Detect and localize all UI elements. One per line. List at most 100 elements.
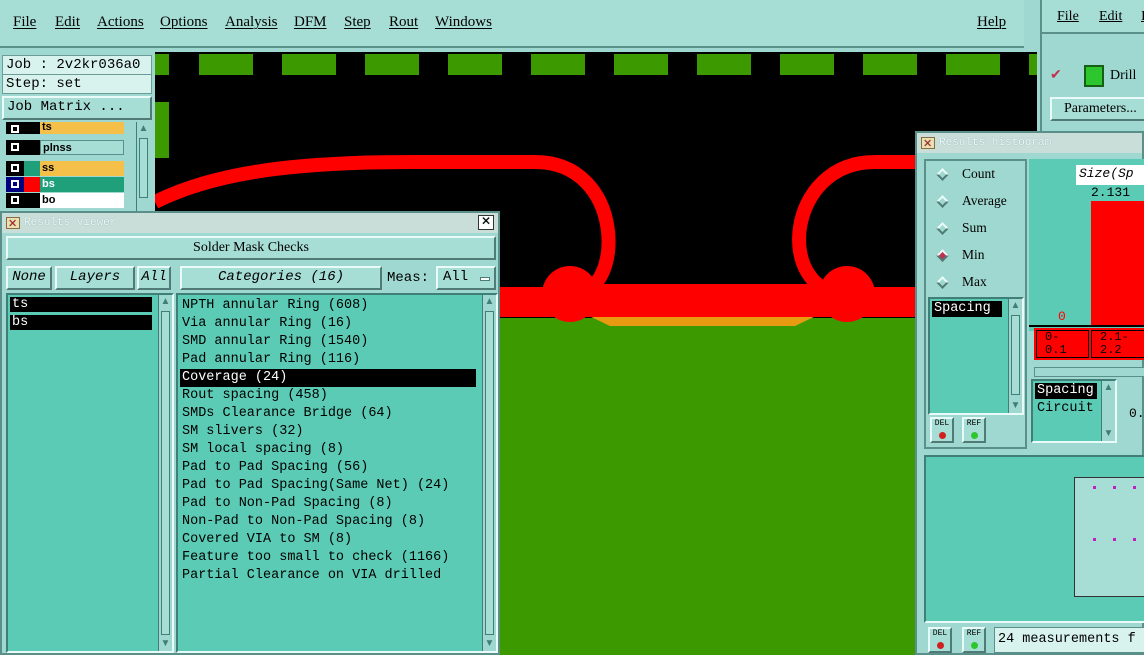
drill-layer-row[interactable]: ✔ Drill — [1047, 60, 1144, 94]
main-menubar: File Edit Actions Options Analysis DFM S… — [0, 0, 1024, 48]
category-item[interactable]: SMDs Clearance Bridge (64) — [180, 405, 476, 423]
layer-checkbox[interactable] — [6, 161, 24, 176]
radio-diamond-icon[interactable] — [936, 168, 949, 181]
category-item[interactable]: Pad to Non-Pad Spacing (8) — [180, 495, 476, 513]
layer-checkbox[interactable] — [6, 122, 24, 134]
layer-row[interactable]: ts — [6, 122, 124, 134]
scroll-down-icon[interactable]: ▼ — [1103, 428, 1114, 440]
radio-diamond-icon[interactable] — [936, 195, 949, 208]
category-item[interactable]: Partial Clearance on VIA drilled — [180, 567, 476, 585]
scroll-up-icon[interactable]: ▲ — [1103, 382, 1114, 394]
layer-checkbox[interactable] — [6, 177, 24, 192]
checks-header[interactable]: Solder Mask Checks — [6, 236, 496, 260]
scroll-up-icon[interactable]: ▲ — [484, 296, 495, 308]
category-item[interactable]: Non-Pad to Non-Pad Spacing (8) — [180, 513, 476, 531]
category-item[interactable]: NPTH annular Ring (608) — [180, 297, 476, 315]
radio-diamond-icon[interactable] — [936, 222, 949, 235]
list-item[interactable]: ts — [10, 297, 152, 312]
histogram-bar[interactable] — [1091, 201, 1144, 325]
menu-file[interactable]: File — [1057, 9, 1079, 25]
menu-edit[interactable]: Edit — [55, 14, 80, 31]
category-item[interactable]: Rout spacing (458) — [180, 387, 476, 405]
category-item[interactable]: Covered VIA to SM (8) — [180, 531, 476, 549]
step-label: Step: set — [2, 74, 152, 94]
layer-checkbox[interactable] — [6, 193, 24, 208]
histogram-chart: Size(Sp 2.131 0 — [1029, 159, 1144, 331]
menu-dfm[interactable]: DFM — [294, 14, 327, 31]
type-scrollbar[interactable]: ▲ ▼ — [1101, 381, 1115, 441]
layer-row[interactable]: bo — [6, 193, 124, 208]
categories-scrollbar[interactable]: ▲ ▼ — [482, 295, 496, 651]
bin-label[interactable]: 2.1- 2.2 — [1091, 330, 1144, 358]
del-button[interactable]: DEL — [928, 627, 952, 653]
meas-select[interactable]: All — [436, 266, 496, 290]
radio-diamond-icon[interactable] — [936, 249, 949, 262]
histogram-bins: 0- 0.1 2.1- 2.2 — [1034, 328, 1144, 360]
menu-rout[interactable]: Rout — [389, 14, 418, 31]
del-button[interactable]: DEL — [930, 417, 954, 443]
layer-scrollbar[interactable]: ▲ — [136, 122, 150, 212]
ref-button[interactable]: REF — [962, 417, 986, 443]
histogram-titlebar[interactable]: Results histogram — [917, 133, 1142, 155]
close-icon[interactable]: ✕ — [478, 215, 494, 230]
category-item[interactable]: Coverage (24) — [180, 369, 476, 387]
scroll-up-icon[interactable]: ▲ — [1010, 300, 1021, 312]
layers-listbox[interactable]: ts bs ▲ ▼ — [6, 293, 174, 653]
measure-listbox[interactable]: Spacing ▲ ▼ — [928, 297, 1024, 415]
scroll-down-icon[interactable]: ▼ — [160, 638, 171, 650]
category-item[interactable]: SM slivers (32) — [180, 423, 476, 441]
layers-button[interactable]: Layers — [55, 266, 135, 290]
dropdown-icon — [480, 277, 490, 281]
scroll-up-icon[interactable]: ▲ — [138, 123, 149, 135]
scroll-down-icon[interactable]: ▼ — [1010, 400, 1021, 412]
none-button[interactable]: None — [6, 266, 52, 290]
list-item[interactable]: bs — [10, 315, 152, 330]
del-dot-icon — [937, 642, 944, 649]
job-matrix-button[interactable]: Job Matrix ... — [2, 96, 152, 120]
layer-checkbox[interactable] — [6, 140, 24, 155]
ref-dot-icon — [971, 432, 978, 439]
menu-step[interactable]: Step — [344, 14, 371, 31]
category-item[interactable]: Feature too small to check (1166) — [180, 549, 476, 567]
categories-listbox[interactable]: NPTH annular Ring (608) Via annular Ring … — [176, 293, 498, 653]
bin-label[interactable]: 0- 0.1 — [1036, 330, 1089, 358]
layer-row[interactable]: ss — [6, 161, 124, 176]
category-item[interactable]: Pad to Pad Spacing(Same Net) (24) — [180, 477, 476, 495]
job-label: Job : 2v2kr036a0 — [2, 55, 152, 75]
menu-file[interactable]: File — [13, 14, 36, 31]
list-item[interactable]: Spacing — [1035, 383, 1097, 399]
category-item[interactable]: Pad annular Ring (116) — [180, 351, 476, 369]
drill-layer-icon — [1084, 65, 1104, 87]
category-item[interactable]: SM local spacing (8) — [180, 441, 476, 459]
bins-scrollbar[interactable] — [1034, 367, 1144, 377]
menu-actions[interactable]: Actions — [97, 14, 144, 31]
category-item[interactable]: Pad to Pad Spacing (56) — [180, 459, 476, 477]
menu-analysis[interactable]: Analysis — [225, 14, 278, 31]
edge-pads — [155, 54, 1037, 158]
results-viewer-titlebar[interactable]: Results viewer ✕ — [2, 213, 498, 235]
zero-label: 0 — [1058, 309, 1066, 324]
scroll-down-icon[interactable]: ▼ — [484, 638, 495, 650]
menu-edit[interactable]: Edit — [1099, 9, 1122, 25]
radio-diamond-icon[interactable] — [936, 276, 949, 289]
checkmark-icon[interactable]: ✔ — [1050, 66, 1062, 83]
categories-button[interactable]: Categories (16) — [180, 266, 382, 290]
menu-windows[interactable]: Windows — [435, 14, 492, 31]
category-item[interactable]: Via annular Ring (16) — [180, 315, 476, 333]
menu-options[interactable]: Options — [160, 14, 208, 31]
menu-help[interactable]: Help — [977, 14, 1006, 31]
list-item[interactable]: Spacing — [932, 301, 1002, 317]
layers-scrollbar[interactable]: ▲ ▼ — [158, 295, 172, 651]
ref-button[interactable]: REF — [962, 627, 986, 653]
category-item[interactable]: SMD annular Ring (1540) — [180, 333, 476, 351]
list-item[interactable]: Circuit — [1035, 401, 1097, 417]
type-listbox[interactable]: Spacing Circuit ▲ ▼ — [1031, 379, 1117, 443]
layer-row[interactable]: plnss — [6, 140, 124, 155]
measure-scrollbar[interactable]: ▲ ▼ — [1008, 299, 1022, 413]
all-button[interactable]: All — [137, 266, 171, 290]
window-icon — [6, 215, 20, 235]
scroll-up-icon[interactable]: ▲ — [160, 296, 171, 308]
parameters-button[interactable]: Parameters... — [1050, 97, 1144, 121]
layer-row[interactable]: bs — [6, 177, 124, 192]
drill-label: Drill — [1110, 68, 1137, 83]
